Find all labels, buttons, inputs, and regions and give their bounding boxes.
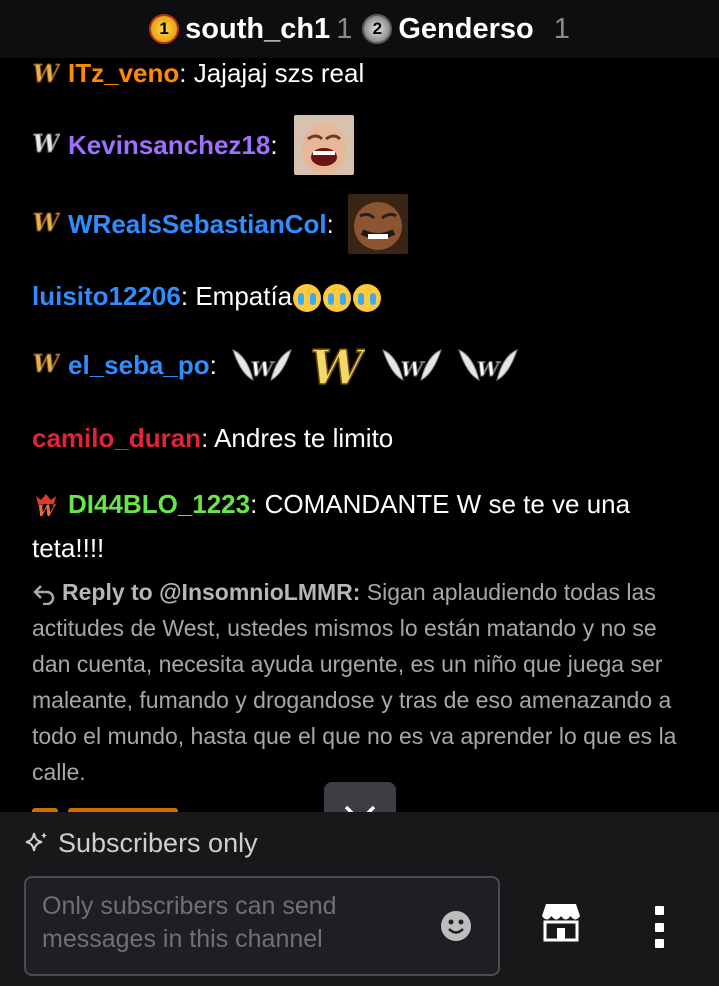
- chat-message: Wel_seba_po: W W W W: [32, 340, 691, 390]
- scroll-to-bottom-button[interactable]: [324, 782, 396, 812]
- chat-composer: Subscribers only Only subscribers can se…: [0, 812, 719, 986]
- subscribers-only-label: Subscribers only: [58, 828, 258, 858]
- chat-message: W WRealsSebastianCol:: [32, 193, 691, 255]
- chat-username[interactable]: luisito12206: [32, 281, 181, 311]
- dot: [654, 939, 664, 948]
- chat-message: luisito12206: Empatía: [32, 278, 691, 314]
- winged-w-emote[interactable]: W: [229, 342, 295, 388]
- crying-emoji-icon: [293, 284, 322, 313]
- crying-emoji-icon: [323, 284, 352, 313]
- svg-text:W: W: [401, 357, 426, 381]
- gold-medal-icon: 1: [149, 14, 180, 44]
- leaderboard-count: 1: [336, 12, 353, 45]
- chat-username[interactable]: DI44BLO_1223: [68, 489, 250, 519]
- w-silver-icon[interactable]: W: [32, 129, 60, 157]
- silver-medal-icon: 2: [362, 14, 393, 44]
- emote-picker-icon[interactable]: [440, 910, 472, 942]
- chat-username[interactable]: camilo_duran: [32, 423, 201, 453]
- w-gold-icon[interactable]: W: [32, 208, 60, 236]
- chat-message: camilo_duran: Andres te limito: [32, 423, 394, 453]
- chat-input[interactable]: Only subscribers can send messages in th…: [24, 876, 500, 976]
- chevron-down-icon: [344, 805, 376, 812]
- chat-username[interactable]: ITz_veno: [68, 58, 179, 88]
- chat-message: W DI44BLO_1223: COMANDANTE W se te ve una…: [32, 489, 631, 563]
- partially-hidden-message: [32, 800, 332, 812]
- dot: [654, 922, 664, 932]
- chat-text: Empatía: [195, 281, 293, 311]
- winged-w-emote[interactable]: W: [455, 342, 521, 388]
- chat-message: W Kevinsanchez18:: [32, 114, 691, 176]
- leaderboard-count: 1: [553, 12, 570, 45]
- dot: [654, 906, 664, 915]
- svg-text:W: W: [37, 501, 57, 518]
- laughing-man-emote[interactable]: [347, 194, 408, 254]
- chat-feed[interactable]: W ITz_veno: Jajajaj szs real W Kevinsanche…: [0, 58, 719, 812]
- leaderboard-bar[interactable]: 1 south_ch1 1 2 Genderso 1: [0, 0, 719, 58]
- winged-w-emote[interactable]: W: [379, 342, 445, 388]
- w-gold-icon[interactable]: W: [32, 59, 60, 87]
- chat-username[interactable]: el_seba_po: [68, 347, 210, 383]
- chat-username[interactable]: WRealsSebastianCol: [68, 206, 327, 242]
- chat-username[interactable]: Kevinsanchez18: [68, 127, 270, 163]
- svg-text:W: W: [310, 340, 365, 390]
- svg-text:W: W: [33, 59, 60, 87]
- svg-text:W: W: [33, 208, 60, 236]
- chat-text: Jajajaj szs real: [193, 58, 365, 88]
- subscribers-only-notice: Subscribers only: [24, 828, 258, 859]
- more-options-button[interactable]: [651, 906, 667, 948]
- svg-text:W: W: [33, 129, 60, 157]
- chat-message: W ITz_veno: Jajajaj szs real: [32, 58, 365, 88]
- store-icon[interactable]: [540, 902, 582, 942]
- sparkle-icon: [25, 831, 47, 851]
- w-gold-emote[interactable]: W: [309, 340, 365, 390]
- reply-message: Reply to @InsomnioLMMR: Sigan aplaudiend…: [32, 574, 689, 790]
- crying-emoji-icon: [353, 284, 382, 313]
- svg-text:W: W: [33, 349, 60, 377]
- svg-text:W: W: [251, 357, 276, 381]
- leaderboard-entry-2[interactable]: 2 Genderso 1: [362, 13, 570, 46]
- leaderboard-name: south_ch1: [185, 12, 331, 45]
- reply-arrow-icon: [33, 585, 55, 606]
- leaderboard-name: Genderso: [398, 12, 534, 45]
- w-red-icon[interactable]: W: [32, 490, 60, 518]
- w-gold-icon[interactable]: W: [32, 349, 60, 377]
- leaderboard-entry-1[interactable]: 1 south_ch1 1: [149, 13, 352, 46]
- chat-input-placeholder: Only subscribers can send messages in th…: [42, 892, 337, 953]
- laughing-face-emote[interactable]: [293, 115, 354, 175]
- chat-text: Andres te limito: [214, 423, 394, 453]
- svg-text:W: W: [477, 357, 502, 381]
- reply-prefix[interactable]: Reply to @InsomnioLMMR:: [62, 579, 360, 605]
